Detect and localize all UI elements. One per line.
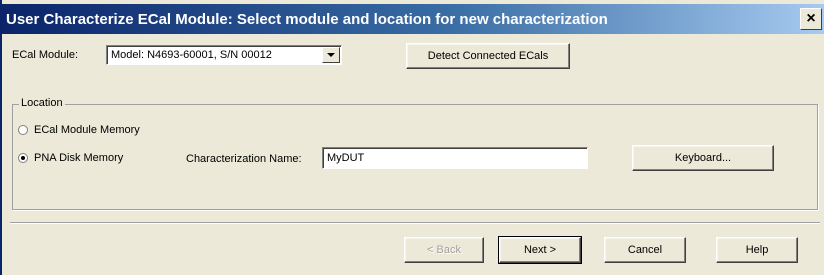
cancel-button[interactable]: Cancel	[604, 237, 686, 263]
location-group-label: Location	[19, 97, 65, 109]
back-button[interactable]: < Back	[404, 237, 484, 263]
close-button[interactable]: ×	[800, 8, 822, 30]
radio-unchecked-icon	[18, 125, 28, 135]
radio-ecal-module-memory[interactable]: ECal Module Memory	[18, 124, 140, 136]
dialog-window: User Characterize ECal Module: Select mo…	[0, 0, 824, 275]
detect-ecals-button[interactable]: Detect Connected ECals	[406, 43, 570, 69]
title-bar[interactable]: User Characterize ECal Module: Select mo…	[2, 4, 824, 34]
radio-ecal-module-memory-label: ECal Module Memory	[34, 124, 140, 136]
close-icon: ×	[806, 10, 816, 27]
ecal-module-label: ECal Module:	[12, 49, 79, 61]
radio-pna-disk-memory[interactable]: PNA Disk Memory	[18, 152, 123, 164]
help-button[interactable]: Help	[716, 237, 798, 263]
keyboard-button[interactable]: Keyboard...	[632, 145, 774, 171]
characterization-name-input[interactable]	[322, 147, 588, 169]
radio-checked-icon	[18, 153, 28, 163]
window-title: User Characterize ECal Module: Select mo…	[6, 11, 608, 28]
radio-pna-disk-memory-label: PNA Disk Memory	[34, 152, 124, 164]
chevron-down-icon[interactable]	[322, 47, 340, 63]
footer-divider	[10, 222, 820, 224]
next-button[interactable]: Next >	[498, 236, 582, 264]
ecal-module-selected-value: Model: N4693-60001, S/N 00012	[111, 49, 272, 61]
ecal-module-select[interactable]: Model: N4693-60001, S/N 00012	[106, 45, 342, 65]
characterization-name-label: Characterization Name:	[186, 153, 302, 165]
